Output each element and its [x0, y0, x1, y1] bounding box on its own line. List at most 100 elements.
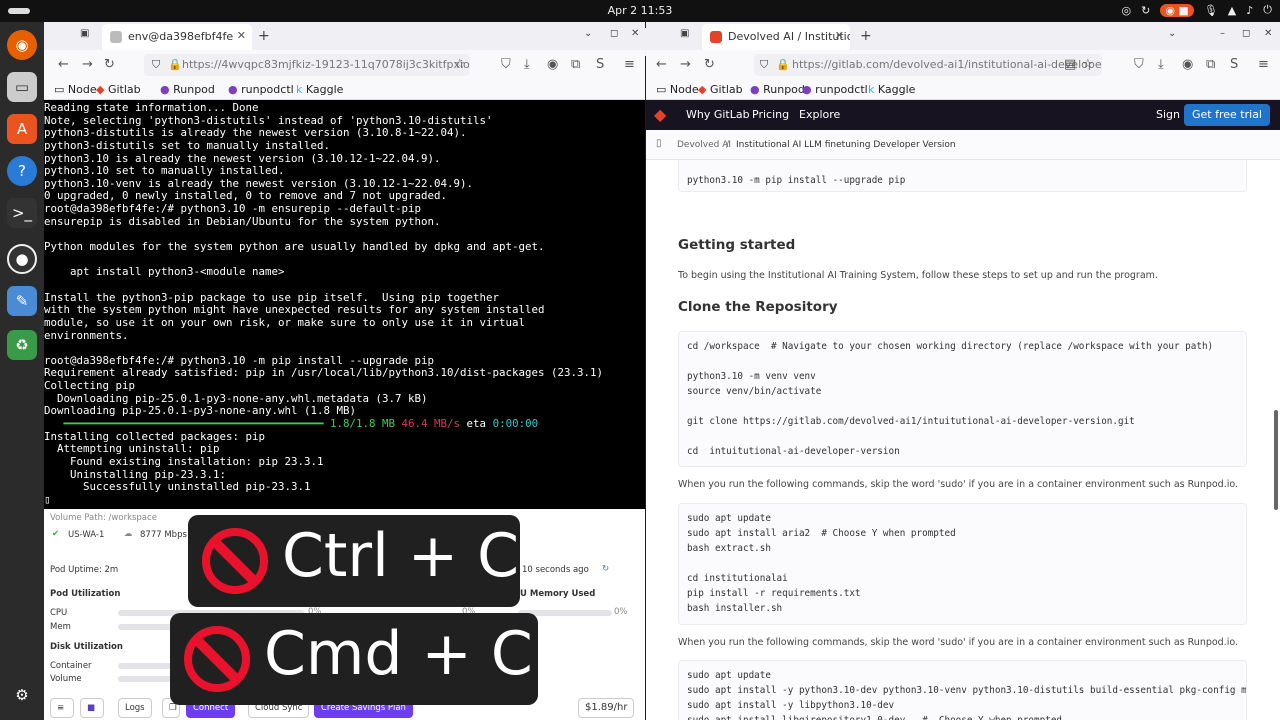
network-icon[interactable]: ◎	[1122, 4, 1132, 17]
wifi-icon[interactable]: ▲	[1228, 4, 1236, 17]
trash-icon[interactable]: ♻	[7, 330, 37, 360]
page-scrollbar[interactable]	[1274, 410, 1278, 510]
bookmark-label: Runpod	[173, 83, 215, 96]
bookmark-star-icon[interactable]: ☆	[1082, 57, 1094, 72]
terminal-text: Reading state information... Done	[44, 101, 259, 114]
tab-list-icon[interactable]: ⌄	[584, 28, 592, 39]
prohibited-icon	[184, 626, 250, 692]
reload-icon[interactable]: ↻	[704, 57, 715, 72]
system-tray[interactable]: ◎ ↻ ◉ ■ 🎙 ▲ ♪ ⏻	[1122, 3, 1272, 17]
terminal-output[interactable]: Reading state information... Done Note, s…	[44, 100, 645, 509]
account-icon[interactable]: ◉	[1182, 57, 1193, 72]
menu-button[interactable]: ≡	[50, 698, 74, 718]
network-speed: 8777 Mbps	[140, 530, 187, 540]
cpu-label: CPU	[50, 608, 68, 618]
volume-icon[interactable]: ♪	[1246, 4, 1253, 17]
pocket-icon[interactable]: ⛉	[1134, 57, 1144, 72]
nav-explore[interactable]: Explore	[799, 108, 840, 121]
window-maximize-icon[interactable]: ◻	[1242, 28, 1250, 39]
terminal-text: Note, selecting 'python3-distutils' inst…	[44, 113, 493, 127]
code-block-clone[interactable]: cd /workspace # Navigate to your chosen …	[678, 331, 1247, 467]
extensions-icon[interactable]: ⧉	[1206, 57, 1215, 72]
breadcrumb-group[interactable]: Devolved AI	[677, 140, 731, 150]
menu-icon[interactable]: ≡	[1258, 57, 1269, 72]
code-block-dependencies[interactable]: sudo apt update sudo apt install -y pytho…	[678, 660, 1247, 720]
tab-gitlab[interactable]: Devolved AI / Institutiona ✕	[702, 24, 850, 50]
volume-path: Volume Path: /workspace	[50, 513, 157, 523]
terminal-text: module, so use it on your own risk, or m…	[44, 315, 526, 329]
close-tab-icon[interactable]: ✕	[237, 29, 246, 42]
bookmark-kaggle[interactable]: k Kaggle	[868, 83, 915, 96]
shield-icon: ⛉	[760, 58, 769, 71]
bookmark-runpod[interactable]: ● Runpod	[160, 83, 215, 96]
refresh-stats-icon[interactable]: ↻	[602, 564, 609, 574]
firefox-icon[interactable]: ◉	[7, 30, 37, 60]
back-icon[interactable]: ←	[58, 57, 69, 72]
account-icon[interactable]: ◉	[547, 57, 558, 72]
reload-icon[interactable]: ↻	[104, 57, 115, 72]
obs-icon[interactable]: ●	[7, 244, 37, 274]
reader-view-icon[interactable]: ▤	[1064, 57, 1076, 72]
bookmark-node[interactable]: ▭ Node	[656, 83, 699, 96]
show-apps-icon[interactable]: ⚙	[7, 680, 37, 710]
refresh-icon[interactable]: ↻	[1141, 4, 1150, 17]
paragraph-sudo-note-1: When you run the following commands, ski…	[678, 479, 1239, 490]
tab-list-icon[interactable]: ⌄	[1168, 28, 1176, 39]
bookmark-runpodctl[interactable]: ● runpodctl	[228, 83, 294, 96]
get-free-trial-button[interactable]: Get free trial	[1184, 104, 1270, 126]
window-minimize-icon[interactable]: –	[1220, 28, 1225, 39]
microphone-icon[interactable]: 🎙	[1204, 4, 1218, 17]
new-tab-button[interactable]: +	[258, 28, 270, 44]
bookmark-gitlab[interactable]: ◆ Gitlab	[96, 83, 141, 96]
help-icon[interactable]: ?	[7, 156, 37, 186]
downloads-icon[interactable]: ⤓	[524, 57, 530, 72]
extensions-icon[interactable]: ⧉	[571, 57, 580, 72]
url-bar[interactable]: ⛉ 🔒 https://4wvqpc83mjfkiz-19123-11q7078…	[144, 54, 470, 76]
text-editor-icon[interactable]: ✎	[7, 286, 37, 316]
bookmark-kaggle[interactable]: k Kaggle	[296, 83, 343, 96]
power-icon[interactable]: ⏻	[1263, 3, 1272, 17]
bookmark-node[interactable]: ▭ Node	[54, 83, 97, 96]
sidebar-toggle-icon[interactable]: ▯	[656, 138, 662, 149]
files-icon[interactable]: ▭	[7, 72, 37, 102]
window-close-icon[interactable]: ✕	[1264, 28, 1272, 39]
tab-overview-icon[interactable]: ▣	[680, 28, 689, 39]
nav-why-gitlab[interactable]: Why GitLab	[686, 108, 750, 121]
forward-icon[interactable]: →	[82, 57, 93, 72]
downloads-icon[interactable]: ⤓	[1158, 57, 1164, 72]
gitlab-favicon-icon	[710, 31, 722, 43]
breadcrumb-project[interactable]: Institutional AI LLM finetuning Develope…	[736, 140, 956, 150]
clock[interactable]: Apr 2 11:53	[0, 4, 1280, 17]
terminal-text: python3-distutils is already the newest …	[44, 126, 467, 140]
gitlab-logo-icon[interactable]: ◆	[654, 105, 666, 124]
new-tab-button[interactable]: +	[860, 28, 872, 44]
back-icon[interactable]: ←	[656, 57, 667, 72]
pocket-icon[interactable]: ⛉	[501, 57, 511, 72]
bookmarks-bar: ▭ Node ◆ Gitlab ● Runpod ● runpodctl k K…	[646, 80, 1280, 100]
terminal-icon[interactable]: >_	[7, 198, 37, 228]
terminal-text: python3.10 set to manually installed.	[44, 164, 285, 178]
app-center-icon[interactable]: A	[7, 114, 37, 144]
window-close-icon[interactable]: ✕	[631, 28, 639, 39]
close-tab-icon[interactable]: ✕	[835, 29, 844, 42]
bookmark-gitlab[interactable]: ◆ Gitlab	[698, 83, 743, 96]
terminal-text: Successfully uninstalled pip-23.3.1	[44, 480, 311, 494]
window-maximize-icon[interactable]: ◻	[610, 28, 618, 39]
logs-button[interactable]: Logs	[118, 698, 152, 718]
terminal-text: python3.10-venv is already the newest ve…	[44, 176, 474, 190]
extension-s-icon[interactable]: S	[1230, 57, 1238, 72]
code-line: sudo apt install -y libpython3.10-dev	[687, 700, 895, 711]
bookmark-runpodctl[interactable]: ● runpodctl	[802, 83, 868, 96]
bookmark-star-icon[interactable]: ☆	[454, 57, 466, 72]
forward-icon[interactable]: →	[680, 57, 691, 72]
menu-icon[interactable]: ≡	[624, 57, 635, 72]
code-block-pip-upgrade[interactable]: python3.10 -m pip install --upgrade pip	[678, 160, 1247, 192]
bookmark-runpod[interactable]: ● Runpod	[750, 83, 805, 96]
screen-record-icon[interactable]: ◉ ■	[1160, 3, 1194, 17]
code-block-setup[interactable]: sudo apt update sudo apt install aria2 # …	[678, 503, 1247, 625]
stop-button[interactable]: ■	[80, 698, 104, 718]
extension-s-icon[interactable]: S	[596, 57, 604, 72]
tab-terminal[interactable]: env@da398efbf4fe ✕	[102, 24, 252, 50]
url-bar[interactable]: ⛉ 🔒 https://gitlab.com/devolved-ai1/inst…	[754, 54, 1102, 76]
nav-pricing[interactable]: Pricing	[752, 108, 789, 121]
